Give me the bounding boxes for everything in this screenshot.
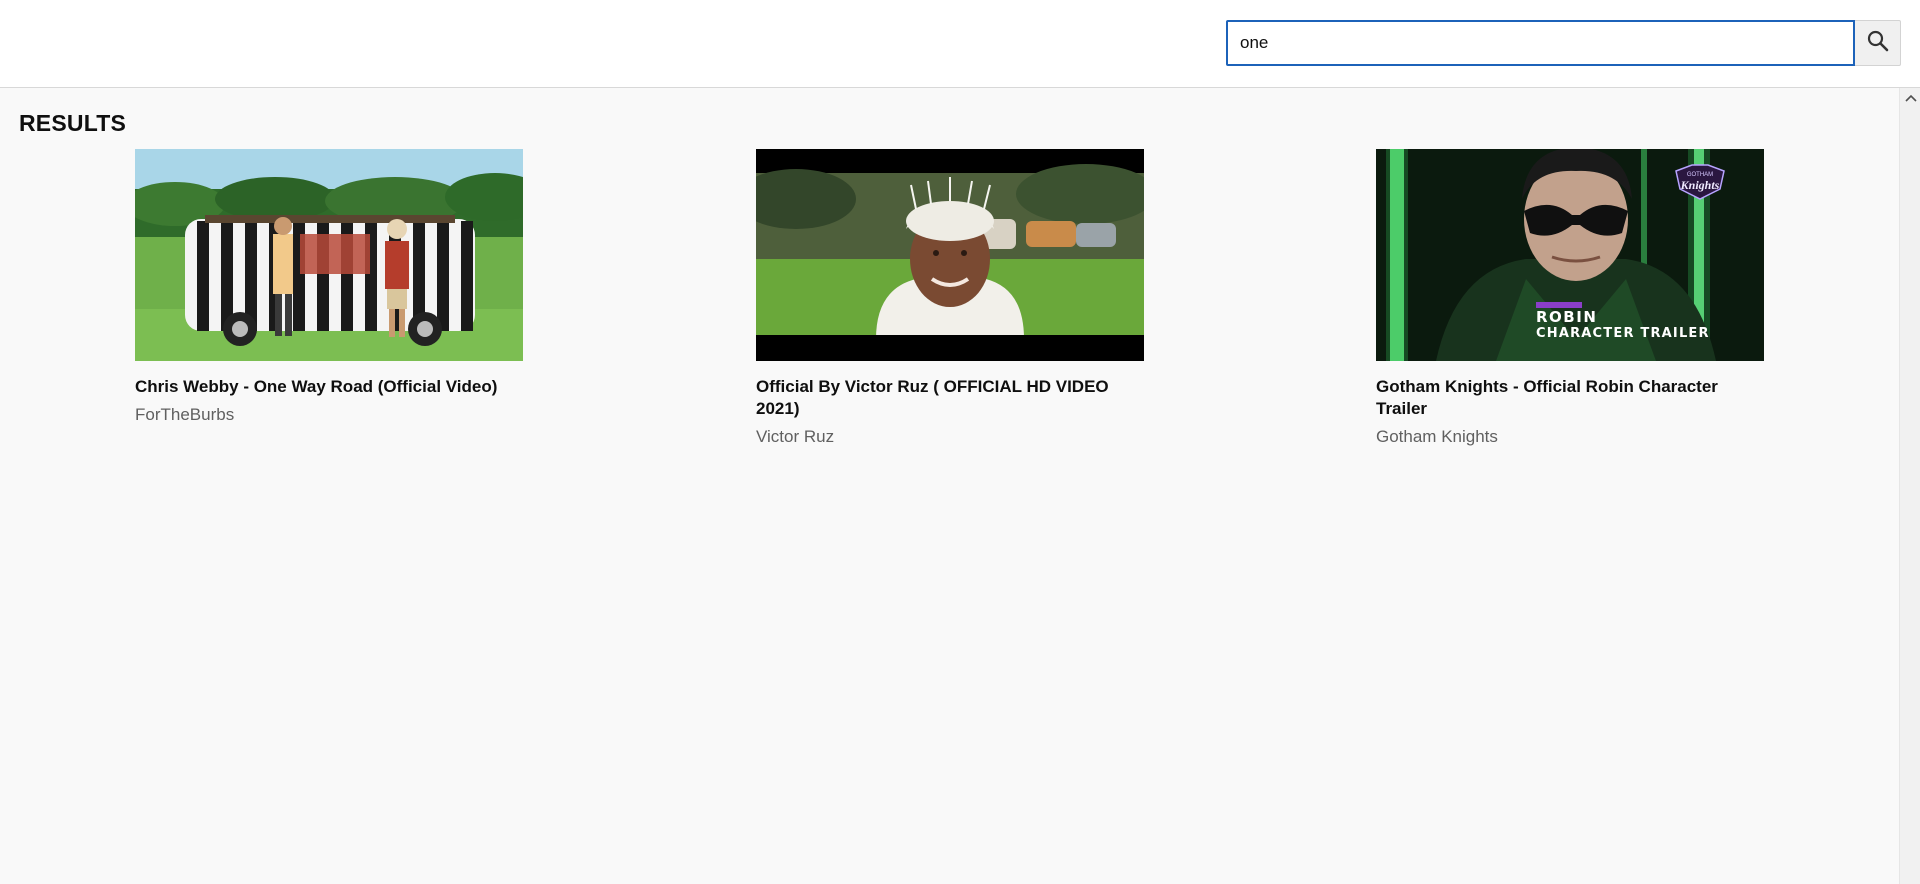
search-input[interactable] — [1226, 20, 1855, 66]
thumb-line2-text: CHARACTER TRAILER — [1536, 326, 1710, 341]
thumb-line1-text: ROBIN — [1536, 308, 1597, 326]
results-area: RESULTS Chris Webby - One Way Road (Offi… — [0, 88, 1899, 884]
chevron-up-icon[interactable] — [1900, 90, 1920, 106]
top-bar — [0, 0, 1920, 88]
results-heading: RESULTS — [19, 110, 127, 136]
search-box — [1226, 20, 1901, 66]
vertical-scrollbar[interactable] — [1899, 88, 1920, 884]
channel-name[interactable]: Victor Ruz — [756, 426, 1144, 448]
video-thumbnail[interactable]: GOTHAM Knights ROBIN CHARACTER TRAILER — [1376, 149, 1764, 361]
video-thumbnail[interactable] — [756, 149, 1144, 361]
video-card[interactable]: GOTHAM Knights ROBIN CHARACTER TRAILER G… — [1376, 149, 1764, 448]
search-icon — [1866, 29, 1890, 58]
channel-name[interactable]: Gotham Knights — [1376, 426, 1764, 448]
video-title[interactable]: Chris Webby - One Way Road (Official Vid… — [135, 376, 523, 398]
video-title[interactable]: Gotham Knights - Official Robin Characte… — [1376, 376, 1764, 420]
video-title[interactable]: Official By Victor Ruz ( OFFICIAL HD VID… — [756, 376, 1144, 420]
video-thumbnail[interactable] — [135, 149, 523, 361]
video-card[interactable]: Chris Webby - One Way Road (Official Vid… — [135, 149, 523, 426]
channel-name[interactable]: ForTheBurbs — [135, 404, 523, 426]
video-card[interactable]: Official By Victor Ruz ( OFFICIAL HD VID… — [756, 149, 1144, 448]
logo-bottom-text: Knights — [1680, 178, 1720, 192]
search-button[interactable] — [1855, 20, 1901, 66]
